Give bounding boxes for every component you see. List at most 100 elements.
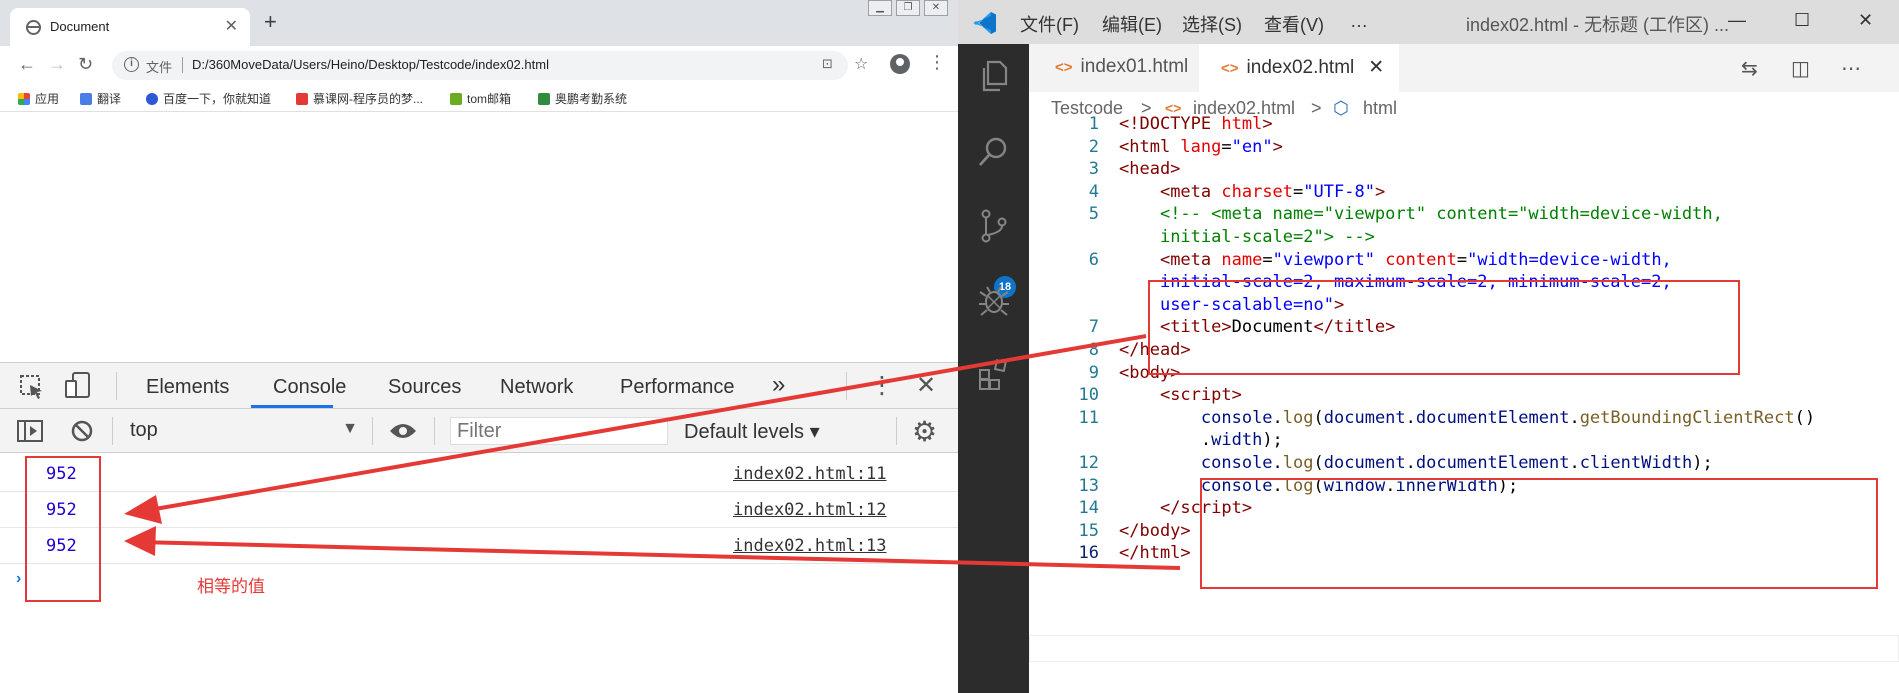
code-line: <meta charset="UTF-8"> [1159,181,1386,202]
bookmark-translate[interactable]: 翻译 [80,90,121,107]
filter-input[interactable] [450,417,668,445]
menu-selection[interactable]: 选择(S) [1182,11,1242,37]
more-actions-icon[interactable]: ⋯ [1841,56,1861,81]
address-bar[interactable]: i 文件 D:/360MoveData/Users/Heino/Desktop/… [112,51,868,80]
context-value: top [130,419,158,441]
tab-close-button[interactable]: ✕ [1368,57,1384,78]
tab-network[interactable]: Network [500,376,573,399]
devtools-tabbar: Elements Console Sources Network Perform… [0,363,958,409]
apps-grid-icon [18,92,30,105]
console-prompt[interactable]: › [16,570,21,588]
back-arrow-icon[interactable]: ← [18,54,36,75]
reload-icon[interactable]: ↻ [78,54,93,75]
close-devtools-icon[interactable]: ✕ [916,371,936,400]
bookmark-label: 百度一下，你就知道 [163,92,272,106]
code-line: <meta name="viewport" content="width=dev… [1159,249,1672,270]
bookmark-apps[interactable]: 应用 [18,90,59,107]
restore-button[interactable]: ❐ [896,0,920,16]
chrome-menu-icon[interactable]: ⋮ [928,52,946,73]
browser-tab[interactable]: Document ✕ [10,8,250,46]
close-window-button[interactable]: ✕ [1858,10,1873,31]
annotation-box-console-log-code [1200,478,1878,589]
code-line: console.log(document.documentElement.get… [1200,407,1816,428]
context-selector[interactable]: top ▼ [128,417,358,445]
profile-avatar-icon[interactable] [890,54,910,74]
bookmark-tom[interactable]: tom邮箱 [450,90,511,107]
live-expression-eye-icon[interactable] [388,421,418,441]
inspect-element-icon[interactable] [18,373,46,401]
menu-edit[interactable]: 编辑(E) [1102,11,1162,37]
tab-divider [846,372,847,400]
line-number: 10 [1078,385,1099,406]
search-icon[interactable] [976,134,1012,170]
code-line: .width); [1119,430,1283,451]
tab-performance[interactable]: Performance [620,376,735,399]
bookmark-aopeng[interactable]: 奥鹏考勤系统 [538,90,627,107]
tab-sources[interactable]: Sources [388,376,461,399]
code-line: <!-- <meta name="viewport" content="widt… [1159,204,1723,225]
compare-changes-icon[interactable]: ⇆ [1741,56,1758,81]
extensions-icon[interactable] [976,356,1012,392]
activity-bar: 18 [958,44,1029,693]
chrome-window: Document ✕ + ▁ ❐ ✕ ← → ↻ i 文件 D:/360Move… [0,0,958,693]
annotation-box-viewport-meta [1148,280,1740,375]
menu-more[interactable]: … [1350,11,1368,32]
menu-file[interactable]: 文件(F) [1020,11,1079,37]
window-title: index02.html - 无标题 (工作区) ... [1466,15,1730,35]
log-source-link[interactable]: index02.html:11 [733,464,887,484]
close-window-button[interactable]: ✕ [924,0,948,16]
forward-arrow-icon[interactable]: → [48,54,66,75]
bookmark-label: tom邮箱 [467,92,512,106]
tab-index02[interactable]: <> index02.html ✕ [1199,44,1399,92]
settings-gear-icon[interactable]: ⚙ [912,415,937,448]
info-icon[interactable]: i [124,57,139,72]
device-toolbar-icon[interactable] [64,371,92,401]
minimize-button[interactable]: ▁ [868,0,892,16]
html-file-icon: <> [1221,60,1239,77]
new-tab-button[interactable]: + [264,11,277,33]
menu-view[interactable]: 查看(V) [1264,11,1324,37]
translate-icon[interactable]: ⊡ [822,56,833,72]
tab-console[interactable]: Console [273,376,346,399]
maximize-button[interactable]: ☐ [1794,10,1810,31]
tom-mail-icon [450,92,462,105]
annotation-box-console-values [25,456,101,602]
split-editor-icon[interactable]: ◫ [1791,56,1810,81]
log-source-link[interactable]: index02.html:12 [733,500,887,520]
editor-tabs: <> index01.html <> index02.html ✕ ⇆ ◫ ⋯ [1029,44,1899,92]
url-text: D:/360MoveData/Users/Heino/Desktop/Testc… [192,57,549,72]
code-line: initial-scale=2"> --> [1159,227,1375,247]
toolbar: ← → ↻ i 文件 D:/360MoveData/Users/Heino/De… [0,46,958,84]
line-number: 1 [1088,114,1099,134]
code-line: <head> [1119,159,1181,180]
code-line: <html lang="en"> [1119,136,1283,157]
tab-elements[interactable]: Elements [146,376,229,399]
bookmark-imooc[interactable]: 慕课网-程序员的梦... [296,90,423,107]
code-editor[interactable]: 1 2 3 4 5 6 7 8 9 10 11 12 13 14 15 16 <!DOCTYPE html> <… [1029,114,1899,693]
bookmark-baidu[interactable]: 百度一下，你就知道 [146,90,271,107]
line-number: 16 [1078,543,1099,564]
log-source-link[interactable]: index02.html:13 [733,536,887,556]
annotation-label: 相等的值 [197,577,265,596]
breadcrumb-symbol[interactable]: html [1363,98,1397,119]
line-number: 3 [1088,159,1099,180]
explorer-files-icon[interactable] [976,58,1012,94]
devtools-menu-icon[interactable]: ⋮ [870,371,894,400]
breadcrumb-separator: > [1311,98,1322,118]
more-tabs-icon[interactable]: » [772,371,785,399]
line-number: 11 [1078,407,1099,428]
source-control-icon[interactable] [976,208,1012,244]
page-viewport [0,112,958,362]
tab-label: index01.html [1080,56,1189,77]
console-message: 952 index02.html:11 [0,456,958,492]
clear-console-icon[interactable] [70,419,94,443]
bookmark-star-icon[interactable]: ☆ [854,54,868,74]
line-number: 9 [1088,362,1099,383]
minimize-button[interactable]: — [1728,10,1746,31]
line-number: 5 [1088,204,1099,225]
tab-close-button[interactable]: ✕ [225,16,238,36]
sidebar-toggle-icon[interactable] [16,419,44,443]
debug-bug-icon[interactable] [976,282,1012,318]
log-levels-dropdown[interactable]: Default levels ▾ [684,419,820,444]
tab-index01[interactable]: <> index01.html [1029,44,1199,92]
